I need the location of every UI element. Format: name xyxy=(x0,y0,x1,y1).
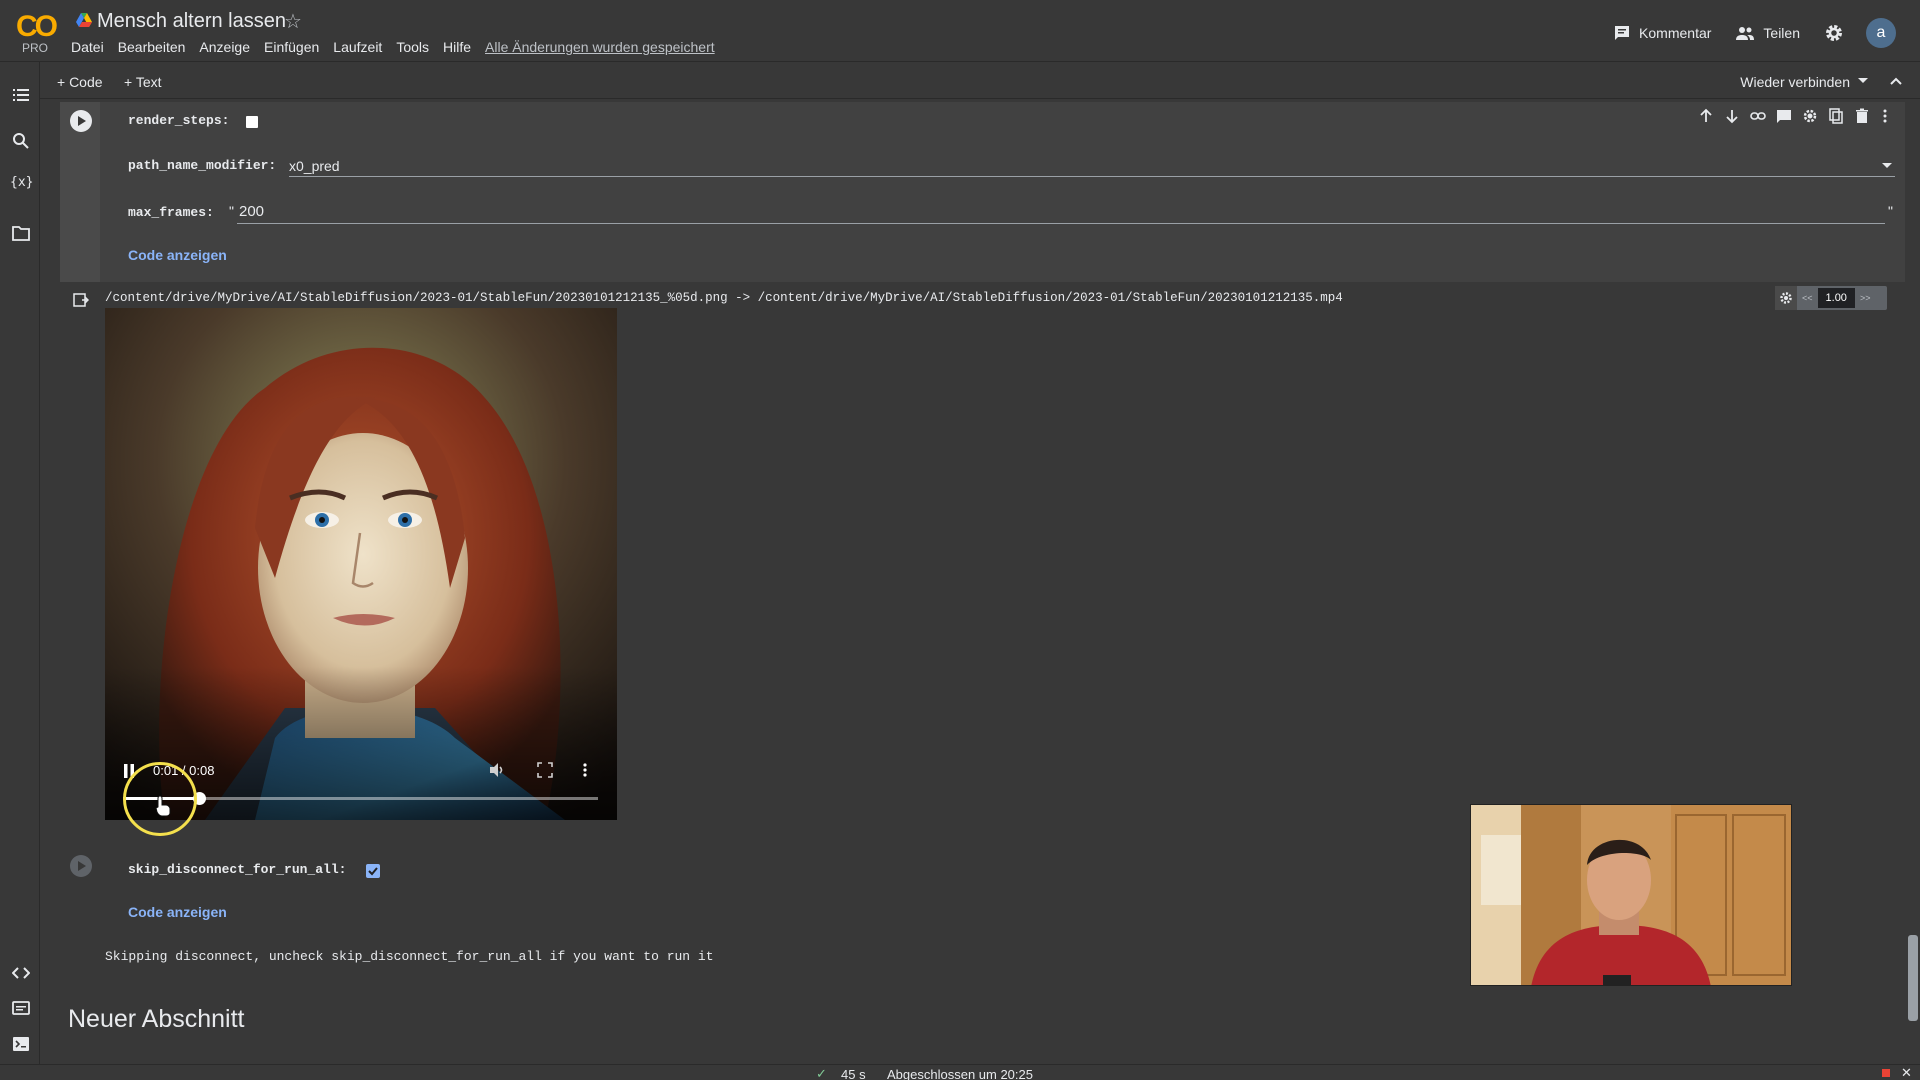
star-icon[interactable]: ☆ xyxy=(284,9,302,34)
share-label: Teilen xyxy=(1763,25,1800,41)
terminal-icon[interactable] xyxy=(12,1035,30,1053)
menu-einfuegen[interactable]: Einfügen xyxy=(264,39,319,55)
playback-speed-control: << 1.00 >> xyxy=(1775,286,1887,310)
volume-icon[interactable] xyxy=(488,761,506,779)
recording-indicator-icon xyxy=(1882,1069,1890,1077)
cell-output-text: Skipping disconnect, uncheck skip_discon… xyxy=(105,949,714,964)
reconnect-dropdown-icon[interactable] xyxy=(1858,78,1868,83)
video-player[interactable]: 0:01 / 0:08 xyxy=(105,308,617,820)
comment-label: Kommentar xyxy=(1639,25,1712,41)
speed-prev-button[interactable]: << xyxy=(1797,293,1818,303)
more-vert-icon[interactable] xyxy=(581,762,589,778)
avatar[interactable]: a xyxy=(1866,18,1896,48)
reconnect-button[interactable]: Wieder verbinden xyxy=(1740,74,1850,90)
notebook-toolbar: + Code + Text Wieder verbinden xyxy=(40,65,1920,99)
colab-logo[interactable]: CO PRO xyxy=(14,10,58,55)
show-code-link[interactable]: Code anzeigen xyxy=(128,247,227,263)
folder-icon[interactable] xyxy=(12,224,30,242)
gear-icon[interactable] xyxy=(1824,23,1844,43)
run-cell-button[interactable] xyxy=(70,855,92,877)
toc-icon[interactable] xyxy=(12,86,30,104)
variables-icon[interactable]: {x} xyxy=(10,175,34,193)
close-icon[interactable]: ✕ xyxy=(1901,1065,1912,1080)
mirror-cell-icon[interactable] xyxy=(1828,108,1844,124)
fullscreen-icon[interactable] xyxy=(537,762,553,778)
input-underline xyxy=(237,223,1885,224)
render-steps-label: render_steps: xyxy=(128,113,230,128)
status-bar: ✓ 45 s Abgeschlossen um 20:25 ✕ xyxy=(0,1064,1920,1080)
path-name-modifier-select[interactable]: x0_pred xyxy=(289,158,340,174)
comment-icon xyxy=(1615,26,1630,40)
show-code-link[interactable]: Code anzeigen xyxy=(128,904,227,920)
max-frames-label: max_frames: xyxy=(128,205,214,220)
video-frame-image xyxy=(105,308,617,820)
menu-datei[interactable]: Datei xyxy=(71,39,104,55)
add-text-button[interactable]: + Text xyxy=(124,74,162,90)
form-cell[interactable] xyxy=(60,102,1905,282)
share-button[interactable]: Teilen xyxy=(1735,25,1800,41)
left-rail: {x} xyxy=(0,62,40,1064)
chevron-down-icon[interactable] xyxy=(1882,163,1892,168)
execution-duration: 45 s xyxy=(841,1067,866,1080)
run-cell-button[interactable] xyxy=(70,110,92,132)
quote-open: " xyxy=(229,203,234,219)
check-icon: ✓ xyxy=(816,1066,827,1080)
arrow-up-icon[interactable] xyxy=(1698,108,1714,124)
chevron-up-icon[interactable] xyxy=(1888,73,1904,89)
speed-gear-icon[interactable] xyxy=(1775,286,1797,310)
header-actions: Kommentar Teilen a xyxy=(1589,18,1896,48)
comment-button[interactable]: Kommentar xyxy=(1613,24,1711,42)
select-underline xyxy=(289,176,1895,177)
webcam-overlay xyxy=(1470,804,1792,986)
cell-settings-icon[interactable] xyxy=(1802,108,1818,124)
code-snippets-icon[interactable] xyxy=(12,964,30,982)
quote-close: " xyxy=(1888,203,1893,219)
comment-icon[interactable] xyxy=(1776,108,1792,124)
command-palette-icon[interactable] xyxy=(12,999,30,1017)
menu-hilfe[interactable]: Hilfe xyxy=(443,39,471,55)
section-heading: Neuer Abschnitt xyxy=(68,1005,245,1033)
menubar: Datei Bearbeiten Anzeige Einfügen Laufze… xyxy=(71,39,729,55)
drive-icon[interactable] xyxy=(76,13,92,27)
pro-badge: PRO xyxy=(22,41,49,55)
doc-title[interactable]: Mensch altern lassen xyxy=(97,10,286,33)
output-path-text: /content/drive/MyDrive/AI/StableDiffusio… xyxy=(105,291,1343,305)
max-frames-input[interactable]: 200 xyxy=(239,203,264,220)
menu-tools[interactable]: Tools xyxy=(396,39,429,55)
logo-text: CO xyxy=(16,10,58,43)
webcam-video-image xyxy=(1471,805,1791,985)
cell-toolbar xyxy=(1698,108,1890,124)
delete-icon[interactable] xyxy=(1854,108,1870,124)
link-icon[interactable] xyxy=(1750,108,1766,124)
skip-disconnect-checkbox[interactable] xyxy=(366,864,380,878)
output-menu-icon[interactable] xyxy=(73,292,89,308)
more-vert-icon[interactable] xyxy=(1880,108,1890,124)
speed-next-button[interactable]: >> xyxy=(1855,293,1876,303)
app-header: CO PRO Mensch altern lassen ☆ Datei Bear… xyxy=(0,0,1920,62)
people-icon xyxy=(1736,27,1755,40)
search-icon[interactable] xyxy=(12,132,30,150)
completion-status: Abgeschlossen um 20:25 xyxy=(887,1067,1033,1080)
path-name-modifier-label: path_name_modifier: xyxy=(128,158,277,173)
arrow-down-icon[interactable] xyxy=(1724,108,1740,124)
menu-laufzeit[interactable]: Laufzeit xyxy=(333,39,382,55)
skip-disconnect-label: skip_disconnect_for_run_all: xyxy=(128,862,347,877)
check-icon xyxy=(368,867,378,876)
add-code-button[interactable]: + Code xyxy=(57,74,103,90)
hand-cursor-icon xyxy=(155,795,171,817)
render-steps-checkbox[interactable] xyxy=(246,116,258,128)
saved-status-link[interactable]: Alle Änderungen wurden gespeichert xyxy=(485,39,715,55)
speed-value[interactable]: 1.00 xyxy=(1817,288,1855,308)
scrollbar-thumb[interactable] xyxy=(1908,935,1918,1021)
menu-anzeige[interactable]: Anzeige xyxy=(199,39,250,55)
menu-bearbeiten[interactable]: Bearbeiten xyxy=(118,39,186,55)
